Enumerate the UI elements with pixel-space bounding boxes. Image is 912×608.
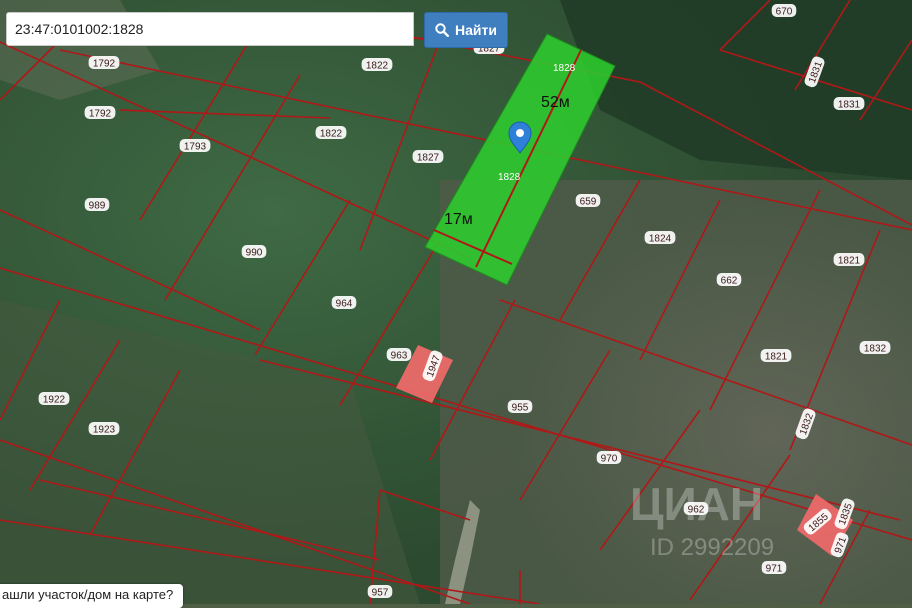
search-bar: Найти [6,12,508,48]
svg-text:962: 962 [688,505,705,516]
plot-width-label: 17м [444,211,473,228]
svg-text:989: 989 [89,201,106,212]
svg-text:1923: 1923 [93,425,116,436]
svg-text:957: 957 [372,588,389,599]
svg-text:1827: 1827 [417,153,440,164]
svg-text:964: 964 [336,299,353,310]
parcel-label: 1792 [88,56,120,70]
parcel-label: 1824 [644,231,676,245]
parcel-label: 659 [575,194,601,208]
svg-text:670: 670 [776,7,793,18]
parcel-label: 957 [367,585,393,599]
svg-text:1822: 1822 [320,129,343,140]
search-button[interactable]: Найти [424,12,508,48]
parcel-label: 1792 [84,106,116,120]
plot-label-center: 1828 [498,172,521,183]
svg-text:1793: 1793 [184,142,207,153]
parcel-label: 1832 [859,341,891,355]
svg-text:659: 659 [580,197,597,208]
search-icon [435,23,450,37]
parcel-label: 1821 [760,349,792,363]
parcel-label: 662 [716,273,742,287]
svg-text:1821: 1821 [765,352,788,363]
parcel-label: 670 [771,4,797,18]
map-canvas[interactable]: ЦИАН ID 2992209 670179218221827183117921… [0,0,912,604]
svg-text:1822: 1822 [366,61,389,72]
plot-length-label: 52м [541,94,570,111]
svg-text:963: 963 [391,351,408,362]
parcel-label: 1827 [412,150,444,164]
parcel-label: 1923 [88,422,120,436]
parcel-label: 1822 [361,58,393,72]
svg-text:955: 955 [512,403,529,414]
parcel-label: 989 [84,198,110,212]
parcel-label: 1793 [179,139,211,153]
parcel-label: 964 [331,296,357,310]
svg-text:970: 970 [601,454,618,465]
parcel-label: 1922 [38,392,70,406]
parcel-label: 970 [596,451,622,465]
map-watermark-id: ID 2992209 [650,534,774,561]
search-input[interactable] [6,12,414,46]
svg-text:1922: 1922 [43,395,66,406]
parcel-label: 963 [386,348,412,362]
svg-text:662: 662 [721,276,738,287]
svg-text:990: 990 [246,248,263,259]
parcel-label: 962 [683,502,709,516]
found-on-map-link[interactable]: ашли участок/дом на карте? [0,584,184,608]
svg-text:1832: 1832 [864,344,887,355]
svg-text:1824: 1824 [649,234,672,245]
parcel-label: 990 [241,245,267,259]
plot-label-top: 1828 [553,63,576,74]
parcel-label: 1822 [315,126,347,140]
svg-text:1792: 1792 [89,109,112,120]
parcel-label: 1821 [833,253,865,267]
search-button-label: Найти [455,22,497,38]
svg-text:1821: 1821 [838,256,861,267]
svg-text:971: 971 [766,564,783,575]
parcel-label: 1831 [833,97,865,111]
svg-text:1792: 1792 [93,59,116,70]
satellite-background [0,0,912,604]
parcel-label: 971 [761,561,787,575]
parcel-label: 955 [507,400,533,414]
svg-text:1831: 1831 [838,100,861,111]
